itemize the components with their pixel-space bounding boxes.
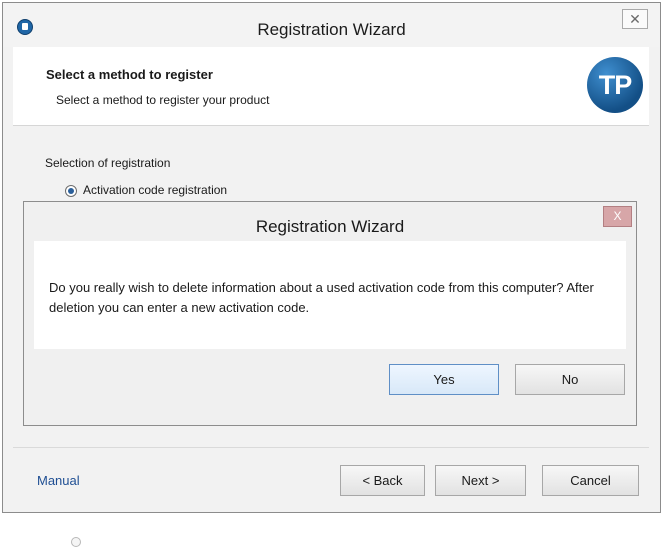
yes-button[interactable]: Yes — [389, 364, 499, 395]
dialog-close-button[interactable]: X — [603, 206, 632, 227]
back-button[interactable]: < Back — [340, 465, 425, 496]
dialog-message: Do you really wish to delete information… — [49, 280, 594, 315]
background-radio[interactable] — [71, 537, 81, 547]
confirmation-dialog: Registration Wizard X Do you really wish… — [23, 201, 637, 426]
header-title: Select a method to register — [46, 67, 213, 82]
footer-separator — [13, 447, 649, 448]
activation-code-radio-label[interactable]: Activation code registration — [83, 183, 227, 197]
cancel-button[interactable]: Cancel — [542, 465, 639, 496]
no-button[interactable]: No — [515, 364, 625, 395]
wizard-header: Select a method to register Select a met… — [13, 47, 649, 126]
next-button[interactable]: Next > — [435, 465, 526, 496]
title-bar: Registration Wizard ✕ — [3, 3, 660, 47]
manual-link[interactable]: Manual — [37, 473, 80, 488]
brand-logo: TP — [587, 57, 643, 113]
activation-code-radio[interactable] — [65, 185, 77, 197]
close-button[interactable]: ✕ — [622, 9, 648, 29]
dialog-title: Registration Wizard — [255, 217, 405, 236]
dialog-body: Do you really wish to delete information… — [34, 241, 626, 349]
header-subtitle: Select a method to register your product — [56, 93, 270, 107]
section-label: Selection of registration — [45, 156, 171, 170]
window-title: Registration Wizard — [257, 20, 406, 39]
